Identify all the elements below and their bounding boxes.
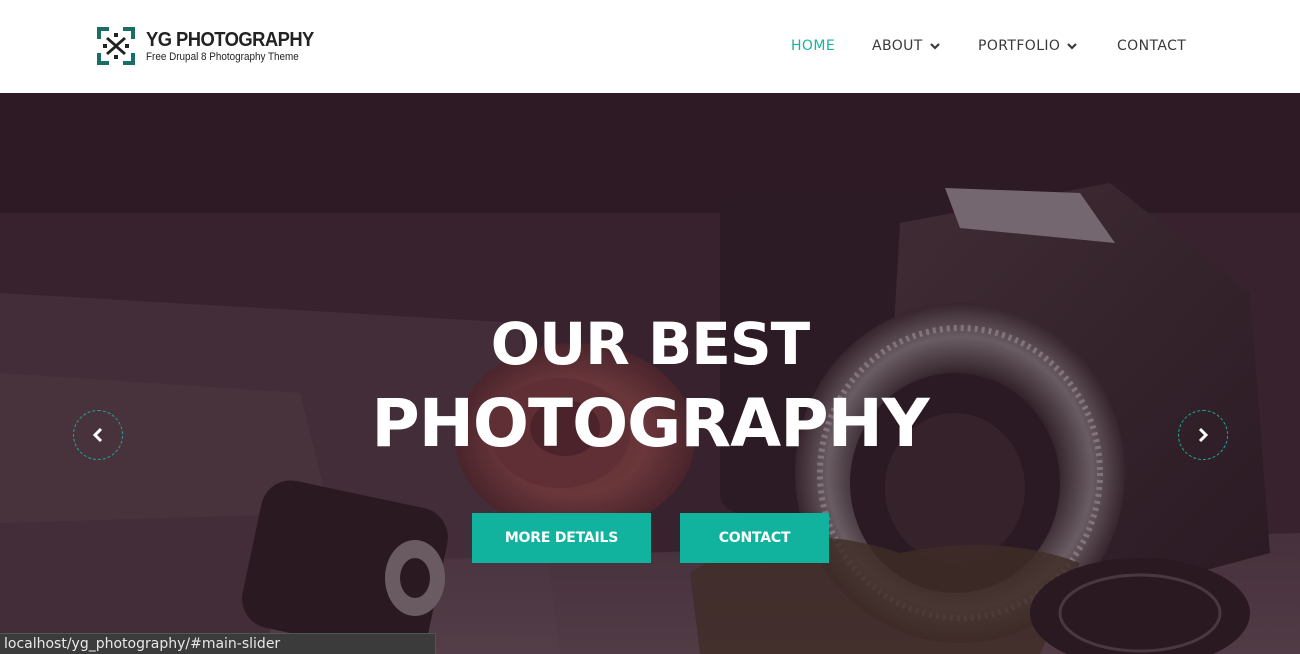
nav-item-portfolio[interactable]: PORTFOLIO [978, 36, 1078, 56]
nav-item-label: HOME [791, 38, 836, 54]
browser-status-bar: localhost/yg_photography/#main-slider [0, 633, 436, 654]
chevron-left-icon [92, 427, 103, 443]
nav-item-label: PORTFOLIO [978, 38, 1061, 54]
slider-prev-button[interactable] [73, 410, 123, 460]
nav-item-label: ABOUT [872, 38, 923, 54]
chevron-down-icon [929, 43, 940, 50]
hero-title-line2: PHOTOGRAPHY [371, 385, 929, 462]
more-details-button[interactable]: MORE DETAILS [472, 513, 651, 563]
nav-item-home[interactable]: HOME [791, 36, 835, 56]
nav-item-contact[interactable]: CONTACT [1117, 36, 1186, 56]
site-header: YG PHOTOGRAPHY Free Drupal 8 Photography… [0, 0, 1300, 93]
main-slider: OUR BEST PHOTOGRAPHY MORE DETAILS CONTAC… [0, 93, 1300, 654]
slider-next-button[interactable] [1178, 410, 1228, 460]
nav-item-label: CONTACT [1117, 38, 1187, 54]
chevron-down-icon [1067, 43, 1078, 50]
contact-button[interactable]: CONTACT [680, 513, 829, 563]
nav-item-about[interactable]: ABOUT [872, 36, 940, 56]
chevron-right-icon [1198, 427, 1209, 443]
hero-title-line1: OUR BEST [490, 310, 810, 378]
main-nav: HOME ABOUT PORTFOLIO CONTACT [0, 36, 1300, 56]
